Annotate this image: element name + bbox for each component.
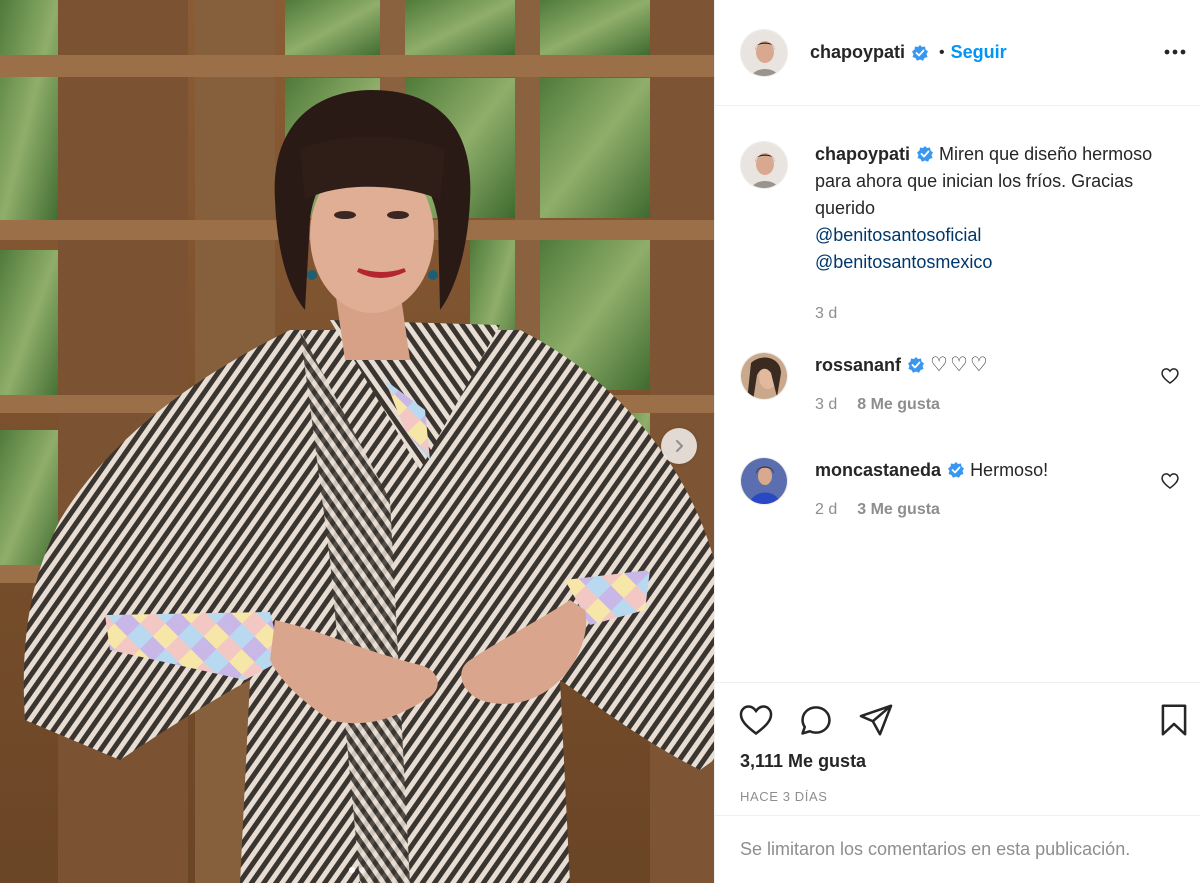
comment-time[interactable]: 2 d <box>815 501 837 519</box>
post-photo[interactable] <box>0 0 714 883</box>
verified-badge-icon <box>917 146 934 162</box>
carousel-dot-1 <box>349 867 355 873</box>
verified-badge-icon <box>908 357 925 373</box>
comment-likes[interactable]: 8 Me gusta <box>857 396 940 414</box>
comment-icon[interactable] <box>797 701 835 739</box>
mention-link[interactable]: @benitosantosoficial <box>815 222 1155 249</box>
commenter-avatar[interactable] <box>740 457 788 505</box>
more-options-button[interactable] <box>1163 40 1187 64</box>
heart-icon[interactable] <box>1160 366 1180 386</box>
comment-item: rossananf ♡♡♡ 3 d 8 Me gusta <box>740 352 1180 432</box>
comment-item: moncastaneda Hermoso! 2 d 3 Me gusta <box>740 457 1180 537</box>
post-image <box>0 0 714 883</box>
carousel-indicator <box>0 867 714 873</box>
caption-avatar[interactable] <box>740 141 788 189</box>
post-actions: 3,111 Me gusta HACE 3 DÍAS <box>715 682 1200 814</box>
author-username[interactable]: chapoypati <box>810 42 905 63</box>
bookmark-icon[interactable] <box>1155 701 1193 739</box>
comment-username[interactable]: rossananf <box>815 355 901 375</box>
likes-count[interactable]: 3,111 Me gusta <box>740 751 866 772</box>
post-side-panel: chapoypati • Seguir chapoypati Miren que… <box>714 0 1200 883</box>
verified-badge-icon <box>912 44 929 61</box>
caption-text: chapoypati Miren que diseño hermoso para… <box>815 141 1155 276</box>
caption-meta: 3 d <box>815 305 837 323</box>
comment-meta: 3 d 8 Me gusta <box>815 396 940 414</box>
header-separator: • <box>939 43 945 61</box>
carousel-dot-2 <box>359 867 365 873</box>
carousel-next-button[interactable] <box>661 428 697 464</box>
post-header: chapoypati • Seguir <box>715 0 1200 106</box>
comment-text: moncastaneda Hermoso! <box>815 457 1125 484</box>
send-icon[interactable] <box>857 701 895 739</box>
comments-limited-notice: Se limitaron los comentarios en esta pub… <box>715 815 1200 883</box>
author-avatar[interactable] <box>740 28 788 77</box>
chevron-right-icon <box>676 440 683 452</box>
post-timestamp[interactable]: HACE 3 DÍAS <box>740 789 828 804</box>
mention-link[interactable]: @benitosantosmexico <box>815 249 1155 276</box>
comment-body: ♡♡♡ <box>930 354 990 376</box>
comments-section[interactable]: chapoypati Miren que diseño hermoso para… <box>715 107 1200 681</box>
verified-badge-icon <box>948 462 965 478</box>
caption-username[interactable]: chapoypati <box>815 144 910 164</box>
comment-meta: 2 d 3 Me gusta <box>815 501 940 519</box>
more-horizontal-icon <box>1164 49 1186 55</box>
comment-likes[interactable]: 3 Me gusta <box>857 501 940 519</box>
commenter-avatar[interactable] <box>740 352 788 400</box>
comment-text: rossananf ♡♡♡ <box>815 352 1125 379</box>
heart-icon[interactable] <box>1160 471 1180 491</box>
comment-username[interactable]: moncastaneda <box>815 460 941 480</box>
caption: chapoypati Miren que diseño hermoso para… <box>740 141 1180 351</box>
comment-time[interactable]: 3 d <box>815 396 837 414</box>
caption-time[interactable]: 3 d <box>815 305 837 323</box>
heart-icon[interactable] <box>737 701 775 739</box>
comment-body: Hermoso! <box>970 460 1049 480</box>
follow-button[interactable]: Seguir <box>951 42 1007 63</box>
